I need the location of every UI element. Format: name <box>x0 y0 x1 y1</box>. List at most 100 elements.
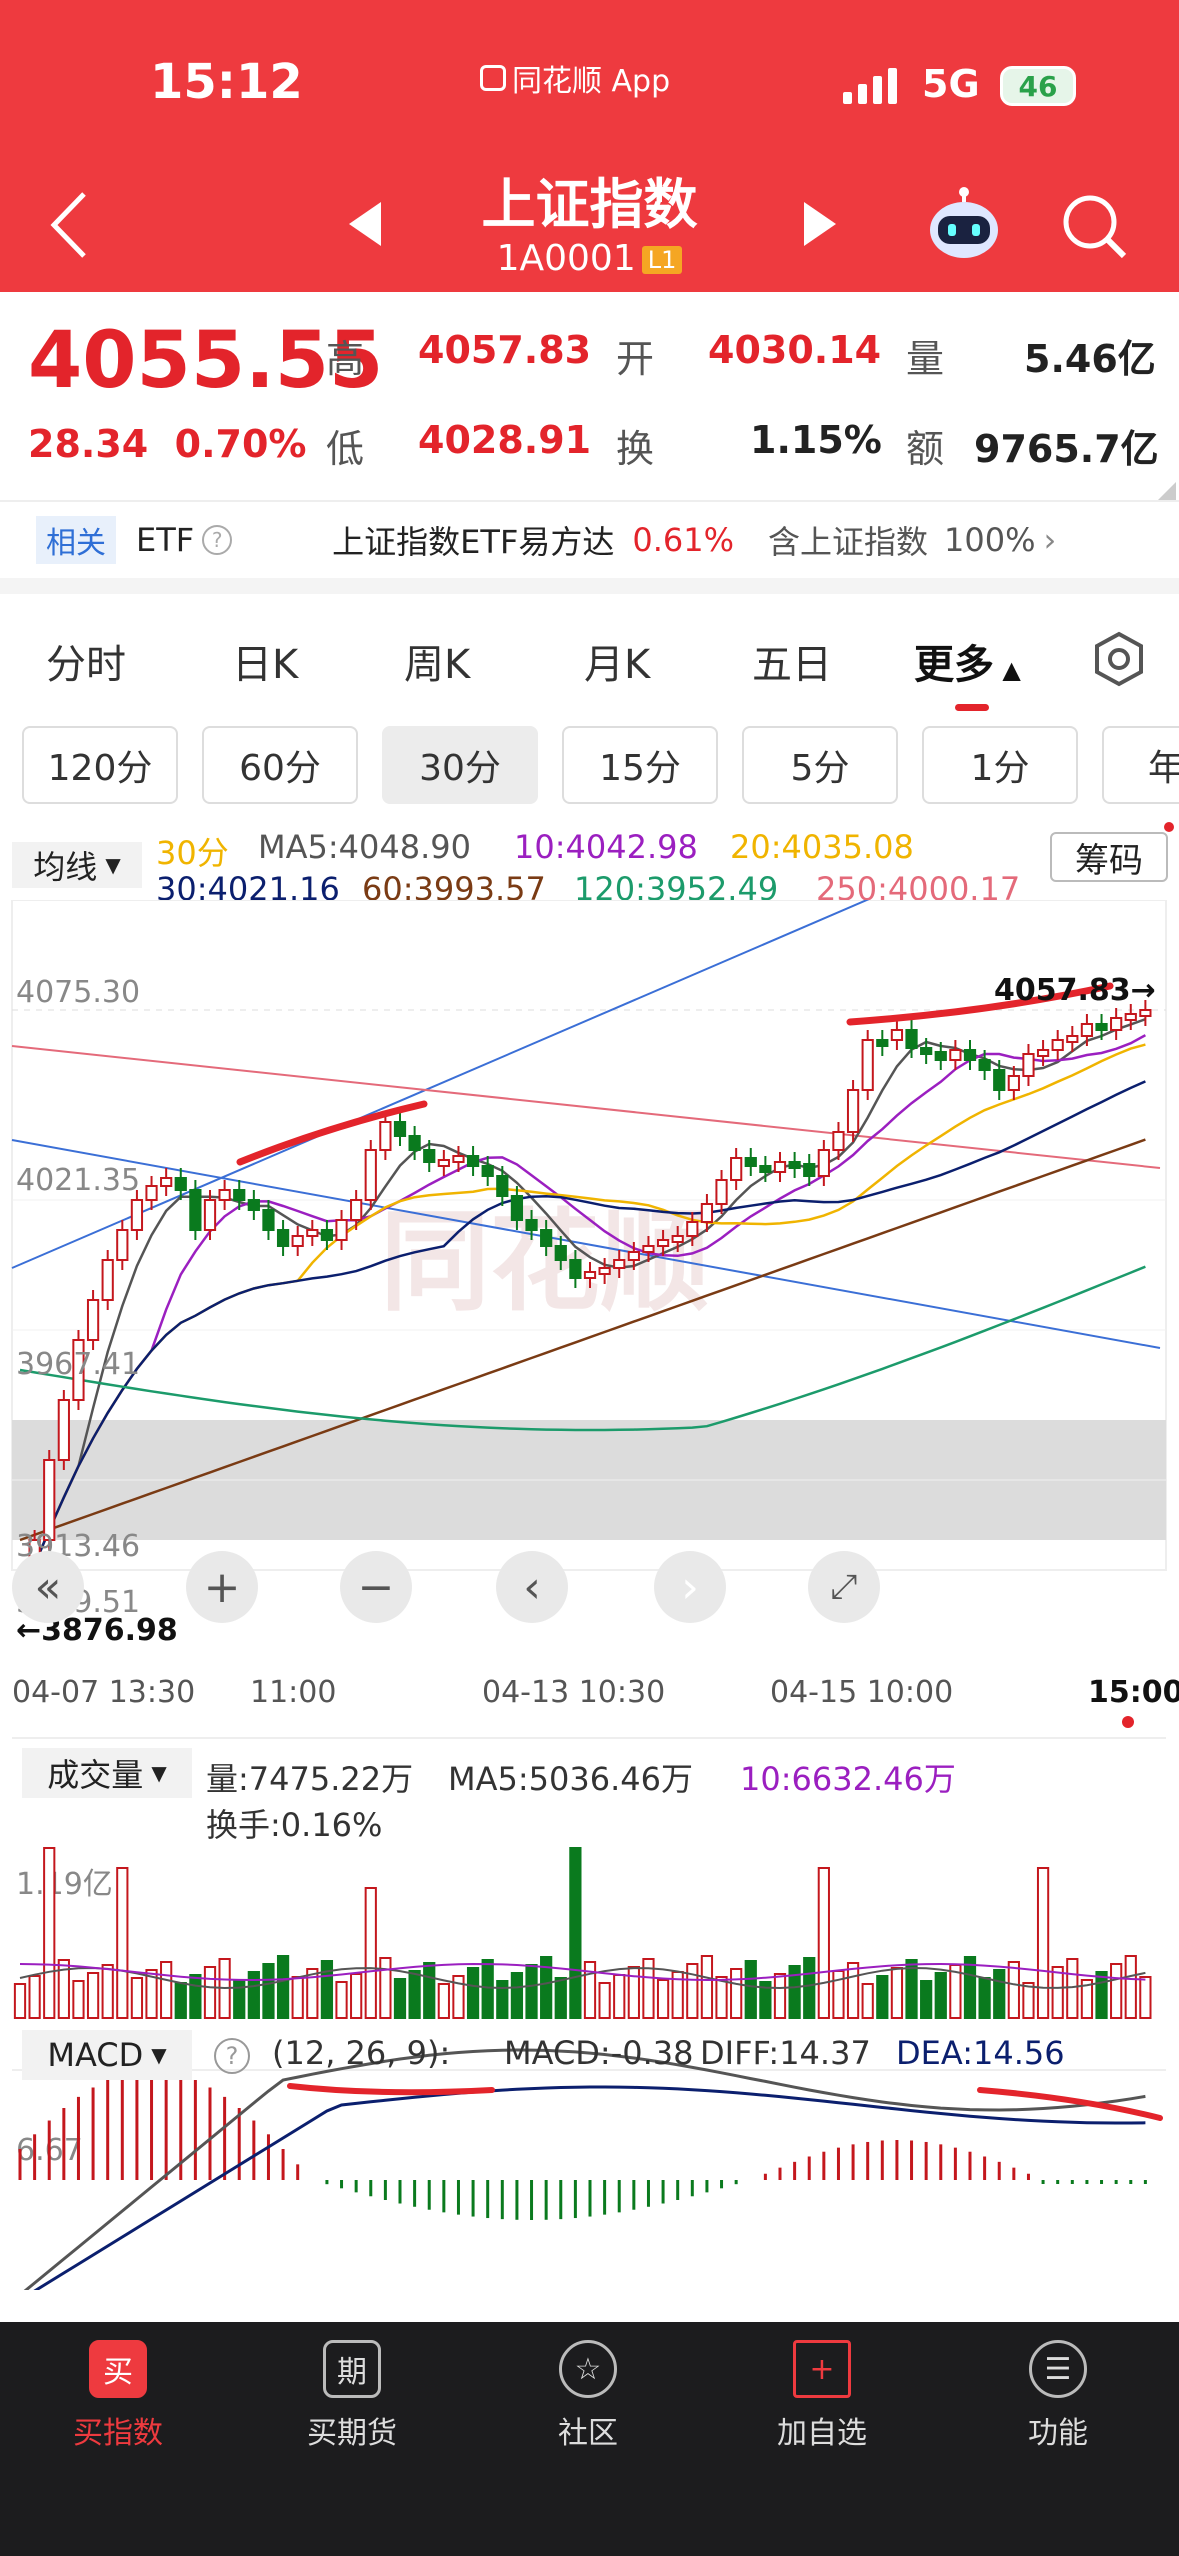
related-etf-bar[interactable]: 相关 ETF ? 上证指数ETF易方达 0.61% 含上证指数 100% › <box>0 502 1179 594</box>
volume-bar <box>43 1847 56 2019</box>
candle-body <box>978 1059 991 1071</box>
nav-buy-index-label: 买指数 <box>73 2416 163 2451</box>
volume-bar <box>1066 1958 1079 2019</box>
volume-bars <box>13 1847 1152 2019</box>
collapse-left-icon[interactable]: « <box>12 1551 84 1623</box>
fullscreen-icon[interactable]: ⤢ <box>808 1551 880 1623</box>
assistant-robot-icon[interactable] <box>924 186 1004 266</box>
candle-body <box>86 1299 100 1341</box>
volume-bar <box>876 1975 889 2019</box>
tab-five-day[interactable]: 五日 <box>752 632 832 690</box>
caret-down-icon: ▼ <box>151 2043 167 2067</box>
tab-monthly-k[interactable]: 月K <box>584 632 650 690</box>
watermark: 同花顺 <box>380 1198 710 1326</box>
volume-bar <box>510 1972 524 2019</box>
nav-community[interactable]: ☆ 社区 <box>508 2340 668 2452</box>
candle-body <box>174 1177 187 1191</box>
macd-diff: DIFF:14.37 <box>700 2034 871 2072</box>
chevron-right-icon: › <box>1043 521 1057 559</box>
x-label-0: 04-07 13:30 <box>12 1675 195 1710</box>
turnover-label: 换 <box>616 427 655 471</box>
kline-chart-area: 均线 ▼ 30分 MA5:4048.90 10:4042.98 20:4035.0… <box>0 820 1179 2290</box>
candle-body <box>934 1051 947 1061</box>
volume-bar <box>13 1983 27 2019</box>
period-60min[interactable]: 60分 <box>202 726 358 804</box>
caret-down-icon: ▼ <box>151 1761 167 1785</box>
candle-body <box>43 1459 56 1541</box>
volume-bar <box>466 1967 480 2019</box>
macd-help-icon[interactable]: ? <box>214 2038 250 2074</box>
network-type: 5G <box>922 62 980 106</box>
volume-bar <box>174 1982 187 2019</box>
candle-body <box>671 1235 684 1243</box>
volume-bar <box>963 1956 977 2019</box>
candle-body <box>905 1029 918 1049</box>
nav-functions[interactable]: ☰ 功能 <box>978 2340 1138 2452</box>
candle-body <box>613 1259 626 1269</box>
period-30min[interactable]: 30分 <box>382 726 538 804</box>
expand-corner-icon[interactable] <box>1158 482 1176 500</box>
ma20-value: 20:4035.08 <box>730 828 914 866</box>
nav-buy-futures-label: 买期货 <box>307 2416 397 2451</box>
zoom-in-icon[interactable]: + <box>186 1551 258 1623</box>
volume-bar <box>262 1963 275 2019</box>
search-icon[interactable] <box>1058 190 1130 262</box>
next-index-icon[interactable] <box>800 198 840 250</box>
candle-body <box>1007 1075 1020 1091</box>
volume-bar <box>525 1964 538 2019</box>
scroll-left-icon[interactable]: ‹ <box>496 1551 568 1623</box>
bottom-nav: 买 买指数 期 买期货 ☆ 社区 + 加自选 ☰ 功能 <box>0 2322 1179 2556</box>
volume-bar <box>291 1976 304 2019</box>
x-label-1: 11:00 <box>250 1675 336 1710</box>
candle-body <box>686 1221 699 1237</box>
volume-bar <box>393 1978 407 2019</box>
candle-body <box>130 1199 144 1231</box>
volume-ma10: 10:6632.46万 <box>740 1760 956 1798</box>
annotation-stroke-4 <box>977 2087 1163 2121</box>
volume-bar <box>1051 1966 1064 2019</box>
candle-body <box>452 1155 465 1163</box>
nav-add-watchlist[interactable]: + 加自选 <box>742 2340 902 2452</box>
candle-body <box>744 1157 757 1167</box>
scroll-right-icon[interactable]: › <box>654 1551 726 1623</box>
candle-body <box>1036 1049 1050 1057</box>
chart-period-label: 30分 <box>156 834 229 872</box>
macd-selector-button[interactable]: MACD ▼ <box>22 2030 192 2080</box>
candle-body <box>408 1135 421 1151</box>
candle-body <box>510 1195 524 1221</box>
volume-bar <box>86 1972 100 2019</box>
nav-buy-futures[interactable]: 期 买期货 <box>272 2340 432 2452</box>
volume-bar <box>627 1966 640 2019</box>
volume-bar <box>276 1955 290 2019</box>
tab-intraday[interactable]: 分时 <box>46 632 126 690</box>
candle-body <box>291 1235 304 1247</box>
tab-weekly-k[interactable]: 周K <box>404 632 470 690</box>
etf-name: 上证指数ETF易方达 <box>332 523 615 561</box>
quote-panel: 4055.55 28.34 0.70% 高 4057.83 开 4030.14 … <box>0 292 1179 502</box>
period-year[interactable]: 年 <box>1102 726 1179 804</box>
nav-buy-index[interactable]: 买 买指数 <box>38 2340 198 2452</box>
chips-button[interactable]: 筹码 <box>1050 832 1168 882</box>
period-15min[interactable]: 15分 <box>562 726 718 804</box>
candle-body <box>320 1229 334 1241</box>
candle-body <box>920 1047 933 1055</box>
volume-bar <box>320 1960 334 2019</box>
tab-daily-k[interactable]: 日K <box>232 632 298 690</box>
period-120min[interactable]: 120分 <box>22 726 178 804</box>
settings-hex-icon[interactable] <box>1090 630 1148 688</box>
volume-bar <box>656 1979 670 2019</box>
index-code-text: 1A0001 <box>496 238 636 279</box>
volume-value: 5.46亿 <box>1024 337 1156 381</box>
candle-body <box>1124 1013 1137 1021</box>
period-5min[interactable]: 5分 <box>742 726 898 804</box>
level-badge: L1 <box>641 246 683 274</box>
ma-selector-button[interactable]: 均线 ▼ <box>12 842 142 888</box>
period-1min[interactable]: 1分 <box>922 726 1078 804</box>
volume-selector-button[interactable]: 成交量 ▼ <box>22 1748 192 1798</box>
candle-body <box>1051 1039 1064 1051</box>
help-icon[interactable]: ? <box>202 525 233 555</box>
zoom-out-icon[interactable]: − <box>340 1551 412 1623</box>
tab-more-label: 更多 <box>914 642 994 688</box>
volume-bar <box>993 1969 1006 2019</box>
tab-more[interactable]: 更多 ▲ <box>914 632 1021 690</box>
